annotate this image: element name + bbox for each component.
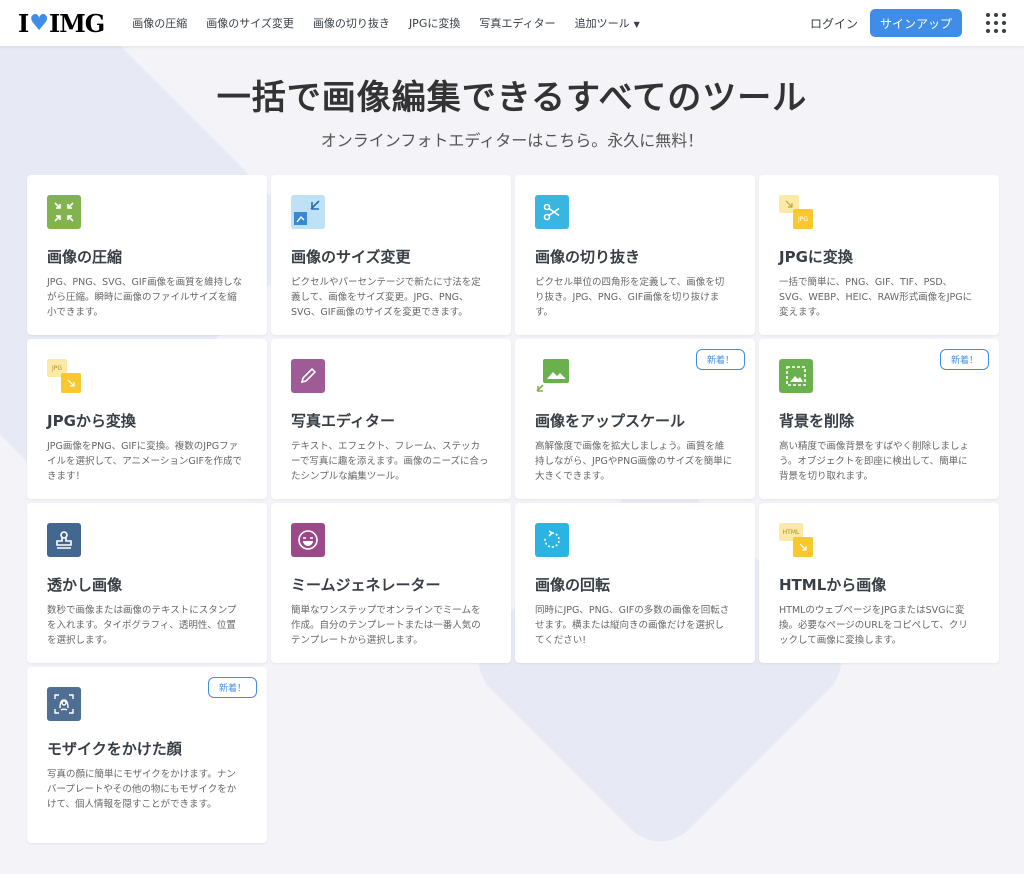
page-title: 一括で画像編集できるすべてのツール xyxy=(216,78,808,118)
new-badge: 新着！ xyxy=(207,677,257,698)
tool-card-html-to-image[interactable]: HTML HTMLから画像 HTMLのウェブページをJPGまたはSVGに変換。必… xyxy=(759,503,999,663)
tool-card-crop[interactable]: 画像の切り抜き ピクセル単位の四角形を定義して、画像を切り抜き。JPG、PNG、… xyxy=(515,175,755,335)
pencil-icon xyxy=(291,359,325,393)
nav-resize[interactable]: 画像のサイズ変更 xyxy=(206,15,294,31)
tool-card-rotate[interactable]: 画像の回転 同時にJPG、PNG、GIFの多数の画像を回転させます。横または縦向… xyxy=(515,503,755,663)
tool-title: モザイクをかけた顔 xyxy=(47,740,182,758)
new-badge: 新着！ xyxy=(939,349,989,370)
page-subtitle: オンラインフォトエディターはこちら。永久に無料！ xyxy=(320,131,704,150)
tool-description: 高い精度で画像背景をすばやく削除しましょう。オブジェクトを即座に検出して、簡単に… xyxy=(779,441,970,482)
logo-prefix: I xyxy=(18,8,29,38)
tool-description: 数秒で画像または画像のテキストにスタンプを入れます。タイポグラフィ、透明性、位置… xyxy=(47,605,237,646)
remove-background-icon xyxy=(779,359,813,393)
convert-from-jpg-icon: JPG xyxy=(47,359,81,393)
tool-card-remove-background[interactable]: 新着！ 背景を削除 高い精度で画像背景をすばやく削除しましょう。オブジェクトを即… xyxy=(759,339,999,499)
tool-title: 写真エディター xyxy=(291,412,395,430)
tool-description: JPG、PNG、SVG、GIF画像を画質を維持しながら圧縮。瞬時に画像のファイル… xyxy=(47,277,243,318)
caret-down-icon: ▼ xyxy=(633,20,640,29)
blur-face-icon xyxy=(47,687,81,721)
tool-card-watermark[interactable]: 透かし画像 数秒で画像または画像のテキストにスタンプを入れます。タイポグラフィ、… xyxy=(27,503,267,663)
nav-photo-editor[interactable]: 写真エディター xyxy=(479,15,555,31)
tool-title: 画像の切り抜き xyxy=(535,248,641,266)
tool-card-blur-face[interactable]: 新着！ モザイクをかけた顔 写真の顔に簡単にモザイクをかけます。ナンバープレート… xyxy=(27,667,267,843)
tool-card-convert-from-jpg[interactable]: JPG JPGから変換 JPG画像をPNG、GIFに変換。複数のJPGファイルを… xyxy=(27,339,267,499)
tool-description: HTMLのウェブページをJPGまたはSVGに変換。必要なページのURLをコピペし… xyxy=(779,605,968,646)
apps-grid-icon[interactable] xyxy=(986,13,1006,33)
tool-title: 画像の圧縮 xyxy=(47,248,123,266)
login-link[interactable]: ログイン xyxy=(810,15,858,32)
tool-description: 高解像度で画像を拡大しましょう。画質を維持しながら、JPGやPNG画像のサイズを… xyxy=(535,441,733,482)
tool-title: JPGから変換 xyxy=(47,412,136,430)
nav-more-tools[interactable]: 追加ツール ▼ xyxy=(575,15,640,31)
tool-description: 写真の顔に簡単にモザイクをかけます。ナンバープレートやその他の物にもモザイクをか… xyxy=(47,769,237,810)
tool-title: 透かし画像 xyxy=(47,576,123,594)
top-navigation-bar: I ♥ IMG 画像の圧縮 画像のサイズ変更 画像の切り抜き JPGに変換 写真エデ… xyxy=(0,0,1024,46)
tool-card-convert-to-jpg[interactable]: JPG JPGに変換 一括で簡単に、PNG、GIF、TIF、PSD、SVG、WE… xyxy=(759,175,999,335)
tool-title: 画像の回転 xyxy=(535,576,611,594)
tool-card-upscale[interactable]: 新着！ 画像をアップスケール 高解像度で画像を拡大しましょう。画質を維持しながら… xyxy=(515,339,755,499)
upscale-icon xyxy=(535,359,569,393)
tool-card-compress[interactable]: 画像の圧縮 JPG、PNG、SVG、GIF画像を画質を維持しながら圧縮。瞬時に画… xyxy=(27,175,267,335)
resize-icon xyxy=(291,195,325,229)
tools-grid: 画像の圧縮 JPG、PNG、SVG、GIF画像を画質を維持しながら圧縮。瞬時に画… xyxy=(27,175,1024,843)
tool-title: HTMLから画像 xyxy=(779,576,887,594)
meme-face-icon xyxy=(291,523,325,557)
heart-icon: ♥ xyxy=(29,10,49,36)
tool-description: ピクセルやパーセンテージで新たに寸法を定義して、画像をサイズ変更。JPG、PNG… xyxy=(291,277,481,318)
hero: 一括で画像編集できるすべてのツール オンラインフォトエディターはこちら。永久に無… xyxy=(0,46,1024,151)
nav-convert-to-jpg[interactable]: JPGに変換 xyxy=(409,15,460,31)
tool-title: ミームジェネレーター xyxy=(291,576,441,594)
tool-title: JPGに変換 xyxy=(779,248,853,266)
rotate-icon xyxy=(535,523,569,557)
tool-description: テキスト、エフェクト、フレーム、ステッカーで写真に趣を添えます。画像のニーズに合… xyxy=(291,441,489,482)
tool-title: 画像をアップスケール xyxy=(535,412,686,430)
logo-suffix: IMG xyxy=(48,8,105,38)
new-badge: 新着！ xyxy=(695,349,745,370)
tool-description: ピクセル単位の四角形を定義して、画像を切り抜き。JPG、PNG、GIF画像を切り… xyxy=(535,277,725,318)
tool-description: JPG画像をPNG、GIFに変換。複数のJPGファイルを選択して、アニメーション… xyxy=(47,441,242,482)
compress-icon xyxy=(47,195,81,229)
tool-card-photo-editor[interactable]: 写真エディター テキスト、エフェクト、フレーム、ステッカーで写真に趣を添えます。… xyxy=(271,339,511,499)
logo[interactable]: I ♥ IMG xyxy=(18,8,105,38)
html-to-image-icon: HTML xyxy=(779,523,813,557)
nav-crop[interactable]: 画像の切り抜き xyxy=(313,15,390,31)
main-nav: 画像の圧縮 画像のサイズ変更 画像の切り抜き JPGに変換 写真エディター 追加… xyxy=(132,15,658,31)
nav-compress[interactable]: 画像の圧縮 xyxy=(132,15,187,31)
tool-title: 画像のサイズ変更 xyxy=(291,248,411,266)
signup-button[interactable]: サインアップ xyxy=(869,9,962,37)
tool-card-meme-generator[interactable]: ミームジェネレーター 簡単なワンステップでオンラインでミームを作成。自分のテンプ… xyxy=(271,503,511,663)
tool-description: 一括で簡単に、PNG、GIF、TIF、PSD、SVG、WEBP、HEIC、RAW… xyxy=(779,277,973,318)
stamp-icon xyxy=(47,523,81,557)
crop-icon xyxy=(535,195,569,229)
tool-card-resize[interactable]: 画像のサイズ変更 ピクセルやパーセンテージで新たに寸法を定義して、画像をサイズ変… xyxy=(271,175,511,335)
tool-title: 背景を削除 xyxy=(779,412,855,430)
nav-more-tools-label: 追加ツール xyxy=(574,17,630,30)
tool-description: 同時にJPG、PNG、GIFの多数の画像を回転させます。横または縦向きの画像だけ… xyxy=(535,605,730,646)
convert-to-jpg-icon: JPG xyxy=(779,195,813,229)
tool-description: 簡単なワンステップでオンラインでミームを作成。自分のテンプレートまたは一番人気の… xyxy=(291,605,481,646)
